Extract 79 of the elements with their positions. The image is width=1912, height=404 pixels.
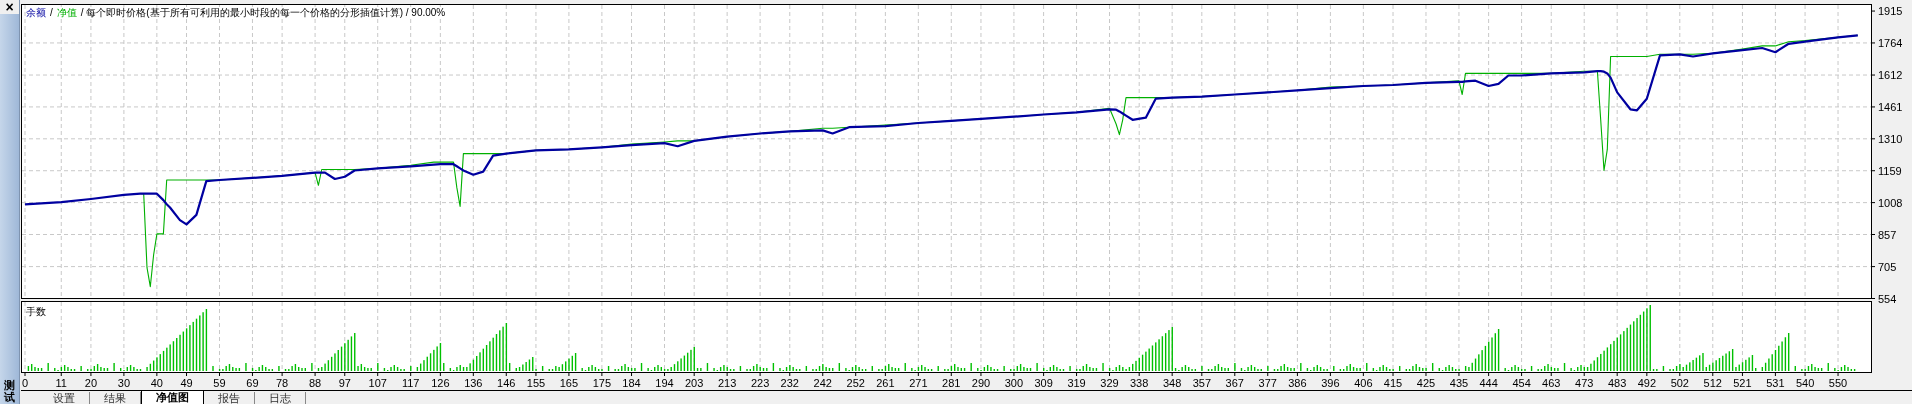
lots-label: 手数	[26, 306, 46, 317]
x-axis-label: 338	[1130, 377, 1149, 389]
x-axis-label: 386	[1288, 377, 1307, 389]
x-axis-label: 107	[368, 377, 387, 389]
tab[interactable]: 日志	[255, 392, 306, 404]
x-axis-label: 319	[1067, 377, 1086, 389]
x-axis-label: 454	[1512, 377, 1531, 389]
x-axis-label: 69	[246, 377, 259, 389]
y-axis-label: 857	[1878, 228, 1897, 241]
tab[interactable]: 报告	[204, 392, 255, 404]
x-axis-label: 194	[655, 377, 674, 389]
x-axis-label: 521	[1733, 377, 1752, 389]
x-axis-label: 49	[180, 377, 193, 389]
x-axis-label: 30	[117, 377, 130, 389]
x-axis-label: 435	[1449, 377, 1469, 389]
x-axis-label: 281	[942, 377, 961, 389]
x-axis-label: 329	[1100, 377, 1119, 389]
x-axis-label: 223	[750, 377, 770, 389]
x-axis-label: 290	[971, 377, 991, 389]
x-axis-label: 473	[1575, 377, 1594, 389]
x-axis-label: 550	[1828, 377, 1848, 389]
x-axis-label: 165	[559, 377, 579, 389]
x-axis-label: 502	[1670, 377, 1689, 389]
legend-separator: /	[50, 7, 53, 19]
x-axis-label: 184	[622, 377, 641, 389]
x-axis-label: 117	[401, 377, 420, 389]
y-axis-label: 1310	[1878, 132, 1903, 145]
close-button[interactable]: ×	[0, 0, 19, 14]
x-axis-label: 492	[1637, 377, 1656, 389]
x-axis-label: 175	[592, 377, 612, 389]
tab[interactable]: 净值图	[141, 391, 204, 404]
y-axis-label: 1461	[1878, 100, 1903, 113]
x-axis-label: 203	[685, 377, 704, 389]
legend-entry: 余额	[26, 7, 46, 19]
y-axis-label: 1008	[1878, 196, 1903, 209]
y-axis-label: 1915	[1878, 5, 1903, 18]
x-axis-label: 463	[1542, 377, 1561, 389]
x-axis-label: 0	[21, 377, 29, 389]
x-axis-label: 59	[213, 377, 226, 389]
x-axis-label: 146	[497, 377, 516, 389]
side-tab[interactable]: 测试	[4, 378, 15, 404]
x-axis-label: 11	[55, 377, 67, 389]
x-axis-label: 261	[876, 377, 895, 389]
y-axis-label: 554	[1878, 292, 1897, 305]
y-axis-label: 705	[1878, 260, 1897, 273]
x-axis-label: 232	[780, 377, 799, 389]
x-axis-label: 213	[717, 377, 737, 389]
x-axis-label: 531	[1766, 377, 1785, 389]
x-axis-label: 357	[1192, 377, 1211, 389]
x-axis-label: 309	[1034, 377, 1053, 389]
x-axis-label: 377	[1258, 377, 1277, 389]
x-axis-label: 97	[338, 377, 351, 389]
x-axis-label: 252	[846, 377, 865, 389]
x-axis-label: 271	[909, 377, 928, 389]
x-axis-label: 540	[1795, 377, 1815, 389]
x-axis-label: 242	[813, 377, 832, 389]
x-axis-label: 155	[526, 377, 546, 389]
x-axis-label: 406	[1354, 377, 1373, 389]
x-axis-label: 40	[150, 377, 163, 389]
x-axis-label: 425	[1416, 377, 1436, 389]
y-axis-label: 1159	[1878, 164, 1902, 177]
x-axis-label: 367	[1225, 377, 1244, 389]
x-axis-label: 444	[1479, 377, 1498, 389]
tab[interactable]: 设置	[39, 392, 90, 404]
y-axis-label: 1612	[1878, 69, 1903, 82]
x-axis-label: 396	[1321, 377, 1340, 389]
x-axis-label: 126	[431, 377, 450, 389]
x-axis-label: 88	[308, 377, 322, 389]
x-axis-label: 136	[464, 377, 483, 389]
x-axis-label: 483	[1608, 377, 1627, 389]
x-axis-label: 78	[276, 377, 289, 389]
y-axis-label: 1764	[1878, 36, 1903, 49]
x-axis-label: 300	[1004, 377, 1024, 389]
x-axis-label: 415	[1383, 377, 1403, 389]
x-axis-label: 20	[84, 377, 98, 389]
chart-subtitle: / 每个即时价格(基于所有可利用的最小时段的每一个价格的分形插值计算) / 90.00%	[80, 7, 446, 19]
x-axis-label: 512	[1703, 377, 1722, 389]
legend-entry: 净值	[56, 7, 77, 19]
x-axis-label: 348	[1163, 377, 1182, 389]
